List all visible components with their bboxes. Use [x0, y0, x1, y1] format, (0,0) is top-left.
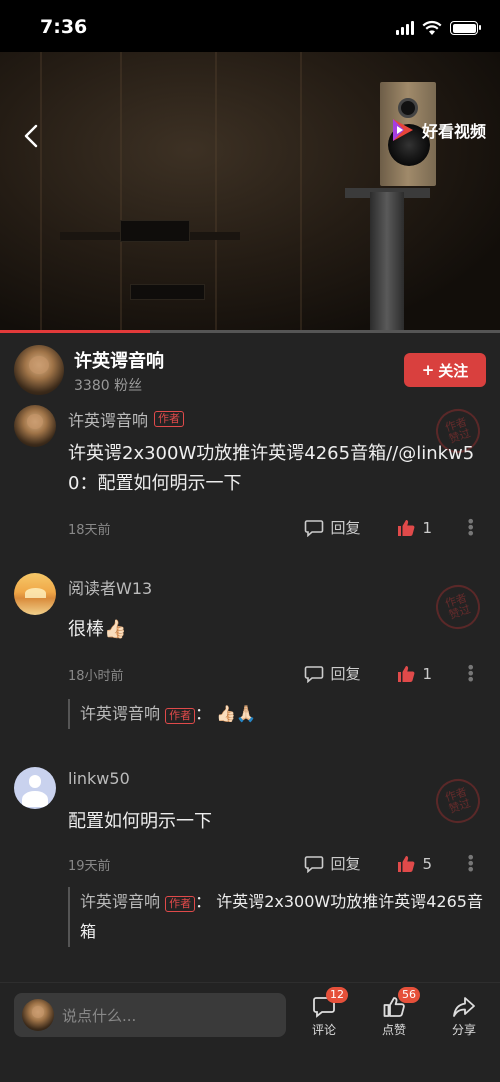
- share-label: 分享: [451, 1023, 476, 1037]
- reply-label: 回复: [330, 855, 361, 873]
- status-icons: [396, 20, 481, 36]
- status-bar: 7:36: [0, 0, 500, 52]
- reply-author-name: 许英谔音响: [80, 892, 161, 911]
- like-count-badge: 56: [398, 987, 420, 1003]
- comment-text: 很棒👍🏻: [68, 619, 127, 640]
- reply-bubble-icon: [305, 665, 324, 683]
- reply-colon: ：: [195, 892, 212, 911]
- like-count: 5: [422, 854, 432, 873]
- plus-icon: +: [421, 361, 435, 379]
- video-player[interactable]: 好看视频: [0, 52, 500, 332]
- like-button[interactable]: 1: [396, 518, 432, 538]
- commenter-name[interactable]: 阅读者W13: [68, 575, 152, 599]
- reply-button[interactable]: 回复: [304, 853, 360, 874]
- comment-actions: 回复 1 • • •: [304, 513, 475, 541]
- amplifier-image: [120, 220, 190, 242]
- commenter-avatar[interactable]: [14, 767, 56, 809]
- reply-label: 回复: [330, 665, 361, 683]
- back-arrow-icon[interactable]: [18, 122, 46, 150]
- like-video-button[interactable]: 点赞 56: [366, 987, 422, 1043]
- comment-input-placeholder: 说点什么...: [62, 1007, 137, 1025]
- comment-actions: 回复 1 • • •: [304, 659, 475, 687]
- author-tag: 作者: [165, 896, 196, 912]
- commenter-name-text: 许英谔音响: [68, 411, 149, 430]
- like-label: 点赞: [381, 1023, 406, 1037]
- more-options-icon[interactable]: • • •: [466, 513, 475, 541]
- thumb-up-icon: [398, 665, 415, 682]
- thumb-up-icon: [398, 855, 415, 872]
- author-tag: 作者: [165, 708, 196, 724]
- thumb-up-icon: [398, 519, 415, 536]
- comment-item: 阅读者W13 作者 赞过 很棒👍🏻 18小时前 回复 1 • • • 许英谔音响 作者…: [0, 573, 500, 733]
- comment-item: linkw50 作者 赞过 配置如何明示一下 19天前 回复 5 • • • 许英谔音…: [0, 767, 500, 957]
- reply-button[interactable]: 回复: [304, 663, 360, 684]
- like-button[interactable]: 1: [396, 664, 432, 684]
- author-name[interactable]: 许英谔音响: [74, 347, 164, 373]
- follow-label: 关注: [438, 361, 469, 380]
- author-avatar[interactable]: [14, 345, 64, 395]
- reply-colon: ：: [195, 704, 212, 723]
- like-count: 1: [422, 664, 432, 683]
- commenter-avatar[interactable]: [14, 573, 56, 615]
- battery-icon: [450, 21, 481, 35]
- commenter-name[interactable]: 许英谔音响 作者: [68, 407, 185, 431]
- bottom-bar: 说点什么... 评论 12 点赞 56 分享: [0, 982, 500, 1082]
- comment-time: 18天前: [68, 523, 111, 538]
- comment-label: 评论: [311, 1023, 336, 1037]
- user-avatar: [22, 999, 54, 1031]
- follow-button[interactable]: + 关注: [404, 353, 486, 387]
- commenter-name-text: linkw50: [68, 769, 130, 788]
- author-header: 许英谔音响 3380 粉丝 + 关注: [14, 345, 486, 395]
- comment-count-badge: 12: [326, 987, 348, 1003]
- reply-bubble-icon: [305, 855, 324, 873]
- like-button[interactable]: 5: [396, 854, 432, 874]
- comment-text: 配置如何明示一下: [68, 811, 212, 832]
- comment-text: 许英谔2x300W功放推许英谔4265音箱//@linkw50：配置如何明示一下: [68, 443, 475, 494]
- comment-input[interactable]: 说点什么...: [14, 993, 286, 1037]
- reply-text: 👍🏻🙏🏻: [216, 704, 257, 723]
- reply-author-name: 许英谔音响: [80, 704, 161, 723]
- comment-actions: 回复 5 • • •: [304, 849, 475, 877]
- share-arrow-icon: [453, 997, 475, 1017]
- commenter-name[interactable]: linkw50: [68, 769, 130, 788]
- status-time: 7:36: [40, 16, 88, 38]
- author-reply[interactable]: 许英谔音响 作者： 许英谔2x300W功放推许英谔4265音箱: [68, 887, 486, 947]
- play-logo-icon: [392, 119, 413, 141]
- author-fans-count: 3380 粉丝: [74, 378, 143, 394]
- comment-time: 18小时前: [68, 669, 124, 684]
- share-button[interactable]: 分享: [436, 993, 492, 1043]
- commenter-avatar[interactable]: [14, 405, 56, 447]
- reply-label: 回复: [330, 519, 361, 537]
- like-count: 1: [422, 518, 432, 537]
- comment-button[interactable]: 评论 12: [296, 987, 352, 1043]
- author-tag: 作者: [154, 411, 185, 427]
- reply-bubble-icon: [305, 519, 324, 537]
- comment-panel: 许英谔音响 3380 粉丝 + 关注 许英谔音响 作者 作者 赞过 许英谔2x30…: [0, 333, 500, 1082]
- author-reply[interactable]: 许英谔音响 作者： 👍🏻🙏🏻: [68, 699, 486, 729]
- comment-item: 许英谔音响 作者 作者 赞过 许英谔2x300W功放推许英谔4265音箱//@li…: [0, 403, 500, 555]
- wifi-icon: [422, 20, 442, 35]
- more-options-icon[interactable]: • • •: [466, 849, 475, 877]
- brand-logo: 好看视频: [388, 116, 486, 144]
- commenter-name-text: 阅读者W13: [68, 579, 153, 598]
- comment-time: 19天前: [68, 859, 111, 874]
- more-options-icon[interactable]: • • •: [466, 659, 475, 687]
- brand-name: 好看视频: [421, 122, 486, 141]
- signal-icon: [396, 21, 414, 35]
- reply-button[interactable]: 回复: [304, 517, 360, 538]
